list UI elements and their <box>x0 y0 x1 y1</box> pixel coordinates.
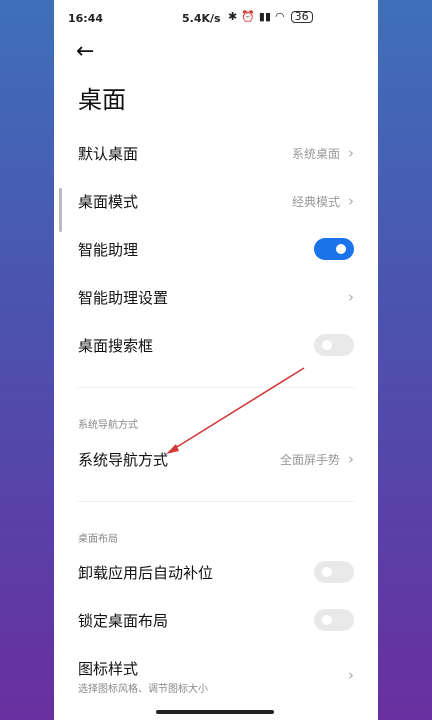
default-desktop-label: 默认桌面 <box>78 145 139 163</box>
desktop-mode-value: 经典模式 <box>291 195 340 209</box>
system-navigation-label: 系统导航方式 <box>78 451 169 469</box>
toggle-knob <box>322 340 332 350</box>
system-navigation-row[interactable]: 系统导航方式 全面屏手势 › <box>54 436 378 484</box>
desktop-search-box-row: 桌面搜索框 <box>54 322 378 370</box>
chevron-right-icon: › <box>348 288 354 306</box>
smart-assistant-label: 智能助理 <box>78 241 139 259</box>
chevron-right-icon: › <box>348 666 354 684</box>
phone-screen: 16:44 5.4K/s ✱ ⏰ ▮▮ ◠ 36 ← 桌面 默认桌面 系统桌面 … <box>54 0 378 720</box>
desktop-search-box-toggle[interactable] <box>314 334 354 356</box>
bluetooth-icon: ✱ <box>228 10 238 23</box>
default-desktop-row[interactable]: 默认桌面 系统桌面 › <box>54 130 378 178</box>
auto-fill-toggle[interactable] <box>314 561 354 583</box>
system-navigation-value: 全面屏手势 <box>279 453 340 467</box>
smart-assistant-toggle[interactable] <box>314 238 354 260</box>
status-time: 16:44 <box>68 12 104 25</box>
auto-fill-row: 卸载应用后自动补位 <box>54 549 378 597</box>
icon-style-label: 图标样式 <box>78 660 139 678</box>
section-divider <box>78 501 354 502</box>
chevron-right-icon: › <box>348 192 354 210</box>
chevron-right-icon: › <box>348 144 354 162</box>
section-divider <box>78 387 354 388</box>
default-desktop-value: 系统桌面 <box>291 147 340 161</box>
icon-style-subtitle: 选择图标风格、调节图标大小 <box>78 684 208 695</box>
toggle-knob <box>322 615 332 625</box>
smart-assistant-settings-label: 智能助理设置 <box>78 289 169 307</box>
toggle-knob <box>336 244 346 254</box>
lock-layout-row: 锁定桌面布局 <box>54 597 378 645</box>
home-indicator[interactable] <box>156 710 274 714</box>
auto-fill-label: 卸载应用后自动补位 <box>78 564 214 582</box>
status-icons: ✱ ⏰ ▮▮ ◠ 36 <box>228 10 313 23</box>
smart-assistant-row: 智能助理 <box>54 226 378 274</box>
layout-section-label: 桌面布局 <box>78 534 118 545</box>
chevron-right-icon: › <box>348 450 354 468</box>
lock-layout-label: 锁定桌面布局 <box>78 612 169 630</box>
icon-style-row[interactable]: 图标样式 选择图标风格、调节图标大小 › <box>54 646 378 702</box>
wifi-icon: ◠ <box>275 10 285 23</box>
desktop-search-box-label: 桌面搜索框 <box>78 337 154 355</box>
desktop-mode-row[interactable]: 桌面模式 经典模式 › <box>54 178 378 226</box>
back-arrow-icon[interactable]: ← <box>76 40 100 64</box>
status-bar: 16:44 5.4K/s ✱ ⏰ ▮▮ ◠ 36 <box>54 0 378 36</box>
alarm-icon: ⏰ <box>241 10 255 23</box>
toggle-knob <box>322 567 332 577</box>
nav-section-label: 系统导航方式 <box>78 420 138 431</box>
signal-icon: ▮▮ <box>258 10 272 23</box>
battery-indicator: 36 <box>290 10 313 23</box>
desktop-mode-label: 桌面模式 <box>78 193 139 211</box>
network-speed: 5.4K/s <box>182 12 221 25</box>
smart-assistant-settings-row[interactable]: 智能助理设置 › <box>54 274 378 322</box>
page-title: 桌面 <box>78 86 126 114</box>
lock-layout-toggle[interactable] <box>314 609 354 631</box>
